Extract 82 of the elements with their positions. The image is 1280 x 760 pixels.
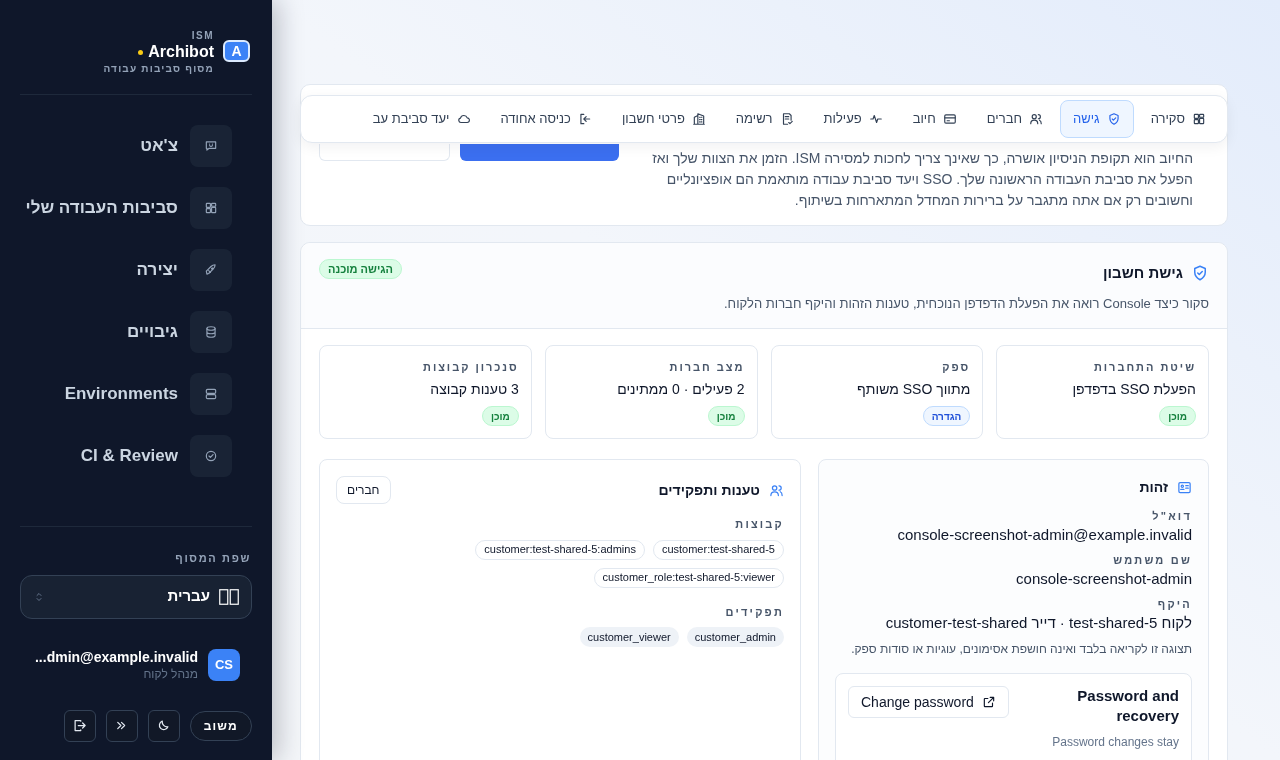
user-email: ...dmin@example.invalid	[34, 647, 198, 666]
shield-check-icon	[1106, 112, 1121, 126]
app-logo: A	[223, 40, 250, 62]
language-label: שפת המסוף	[174, 551, 252, 566]
nav-item[interactable]: CI & Review	[20, 435, 232, 477]
brand-eyebrow: ISM	[191, 30, 214, 42]
tab[interactable]: חיוב	[899, 100, 970, 138]
nav-item[interactable]: סביבות העבודה שלי	[20, 187, 232, 229]
building-icon	[691, 112, 706, 126]
check-circle-icon	[204, 449, 218, 463]
roles-label: תפקידים	[725, 604, 784, 620]
tab[interactable]: חברים	[973, 100, 1056, 138]
panel-title: טענות ותפקידים	[658, 480, 760, 500]
shield-check-icon	[1191, 264, 1209, 283]
field-label: היקף	[1157, 597, 1192, 612]
users-icon	[769, 482, 784, 498]
user-avatar: CS	[208, 648, 240, 681]
credit-card-icon	[942, 112, 957, 126]
status-badge: הגדרה	[922, 406, 971, 426]
intro-text: החיוב הוא תקופת הניסיון אושרה, כך שאינך צריך לחכות למסירה ISM. הזמן את הצוות שלך ואז הפעל את סביבת העבודה הראשונה שלך. SSO ויעד סביבת עבודה מותאמת הם אופציונליים וחשובים רק אם אתה מתגבר על ברירות המחדל המתארחות בשיתוף.	[651, 149, 1193, 210]
stat-value: 2 פעילים · 0 ממתינים	[617, 380, 745, 399]
section-description: סקור כיצד Console רואה את הפעלת הדפדפן הנוכחית, טענות הזהות והיקף חברות הלקוח.	[724, 294, 1209, 313]
id-card-icon	[1177, 480, 1192, 495]
external-link-icon	[981, 695, 996, 709]
users-icon	[1029, 112, 1043, 126]
members-button[interactable]: חברים	[336, 476, 391, 504]
group-label: קבוצות	[735, 517, 784, 532]
field-label: דוא"ל	[1152, 509, 1192, 524]
field-value: לקוח test-shared-5 · דייר customer-test-shared	[885, 613, 1192, 633]
stat-value: 3 טענות קבוצה	[430, 380, 519, 399]
grid-icon	[1192, 112, 1206, 126]
tab[interactable]: סקירה	[1137, 100, 1219, 138]
logout-icon	[72, 718, 88, 733]
panel-title: זהות	[1139, 478, 1168, 497]
logout-button[interactable]	[63, 709, 96, 742]
stat-label: שיטת התחברות	[1093, 360, 1196, 375]
stat-value: מתווך SSO משותף	[857, 380, 971, 399]
tab[interactable]: פעילות	[810, 100, 896, 138]
stat-value: הפעלת SSO בדפדפן	[1072, 380, 1196, 399]
login-icon	[577, 112, 592, 126]
change-password-button[interactable]: Change password	[848, 686, 1009, 718]
collapse-sidebar-button[interactable]	[105, 709, 138, 742]
activity-icon	[868, 112, 883, 126]
server-icon	[204, 387, 218, 401]
user-role: מנהל לקוח	[143, 665, 198, 682]
status-badge: הגישה מוכנה	[319, 259, 402, 279]
stat-label: ספק	[942, 360, 971, 375]
status-badge: מוכן	[707, 406, 745, 426]
status-badge: מוכן	[481, 406, 519, 426]
role-chip: customer_viewer	[579, 627, 679, 647]
nav-item[interactable]: צ'אט	[20, 125, 232, 167]
tab[interactable]: פרטי חשבון	[608, 100, 719, 138]
tab[interactable]: רשימה	[722, 100, 807, 138]
tab[interactable]: כניסה אחודה	[487, 100, 605, 138]
stat-label: מצב חברות	[669, 360, 745, 375]
flag-icon	[219, 588, 239, 605]
read-only-note: תצוגה זו לקריאה בלבד ואינה חושפת אסימונים, עוגיות או סודות ספק.	[851, 641, 1192, 657]
role-chip: customer_admin	[686, 627, 784, 647]
chat-icon	[204, 139, 218, 153]
nav-item[interactable]: גיבויים	[20, 311, 232, 353]
section-title: גישת חשבון	[1103, 263, 1183, 283]
brand-name: Archibot	[148, 42, 214, 62]
password-title: Password and recovery	[1076, 686, 1179, 726]
status-badge: מוכן	[1159, 406, 1196, 426]
tab[interactable]: יעד סביבת עב	[371, 100, 484, 138]
nav-item[interactable]: Environments	[20, 373, 232, 415]
field-value: console-screenshot-admin@example.invalid	[897, 525, 1192, 545]
database-icon	[204, 325, 218, 339]
chevrons-up-down-icon	[33, 590, 45, 603]
brand-subtitle: מסוף סביבות עבודה	[103, 62, 214, 76]
theme-toggle-button[interactable]	[147, 709, 180, 742]
language-select[interactable]: עברית	[20, 574, 252, 619]
cloud-icon	[456, 112, 471, 126]
feedback-button[interactable]: משוב	[189, 710, 252, 741]
password-description: Password changes stay	[1052, 734, 1179, 750]
rocket-icon	[204, 263, 218, 277]
grid-icon	[204, 201, 218, 215]
field-value: console-screenshot-admin	[1016, 569, 1192, 589]
field-label: שם משתמש	[1113, 553, 1192, 568]
tab[interactable]: גישה	[1060, 100, 1134, 138]
stat-label: סנכרון קבוצות	[423, 360, 519, 375]
nav-item[interactable]: יצירה	[20, 249, 232, 291]
